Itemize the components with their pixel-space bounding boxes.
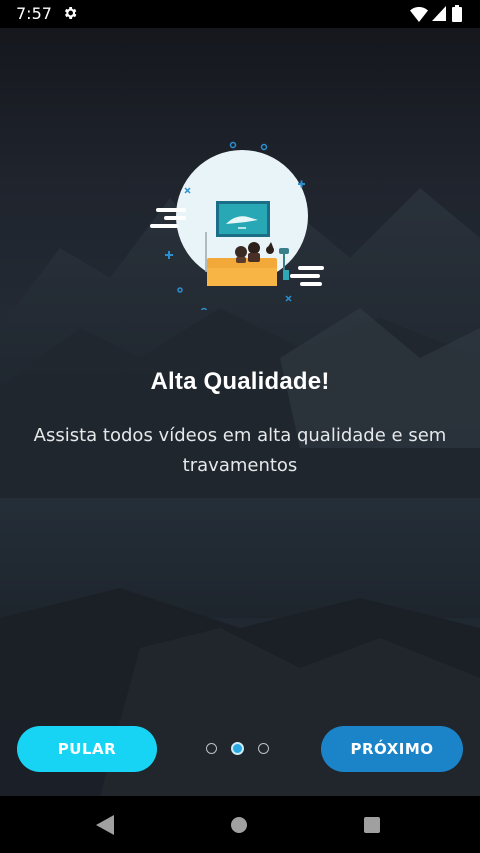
wifi-icon [410, 7, 428, 22]
signal-icon [432, 6, 446, 21]
skip-button[interactable]: PULAR [17, 726, 157, 772]
gear-icon [64, 7, 77, 19]
navigation-bar [0, 796, 480, 853]
onboarding-subtitle: Assista todos vídeos em alta qualidade e… [33, 425, 447, 476]
next-button[interactable]: PRÓXIMO [321, 726, 463, 772]
recents-icon[interactable] [364, 817, 380, 833]
status-bar: 7:57 [0, 0, 480, 28]
status-time: 7:57 [16, 4, 52, 23]
page-dot-1[interactable] [206, 743, 217, 754]
onboarding-screen: Alta Qualidade! Assista todos vídeos em … [0, 28, 480, 796]
battery-icon [452, 5, 462, 22]
couple-watching-tv-illustration [150, 141, 324, 310]
back-icon[interactable] [96, 815, 114, 835]
page-indicator [206, 742, 276, 757]
page-dot-3[interactable] [258, 743, 269, 754]
onboarding-title: Alta Qualidade! [150, 368, 330, 395]
home-icon[interactable] [231, 817, 247, 833]
page-dot-2-active[interactable] [231, 742, 244, 755]
